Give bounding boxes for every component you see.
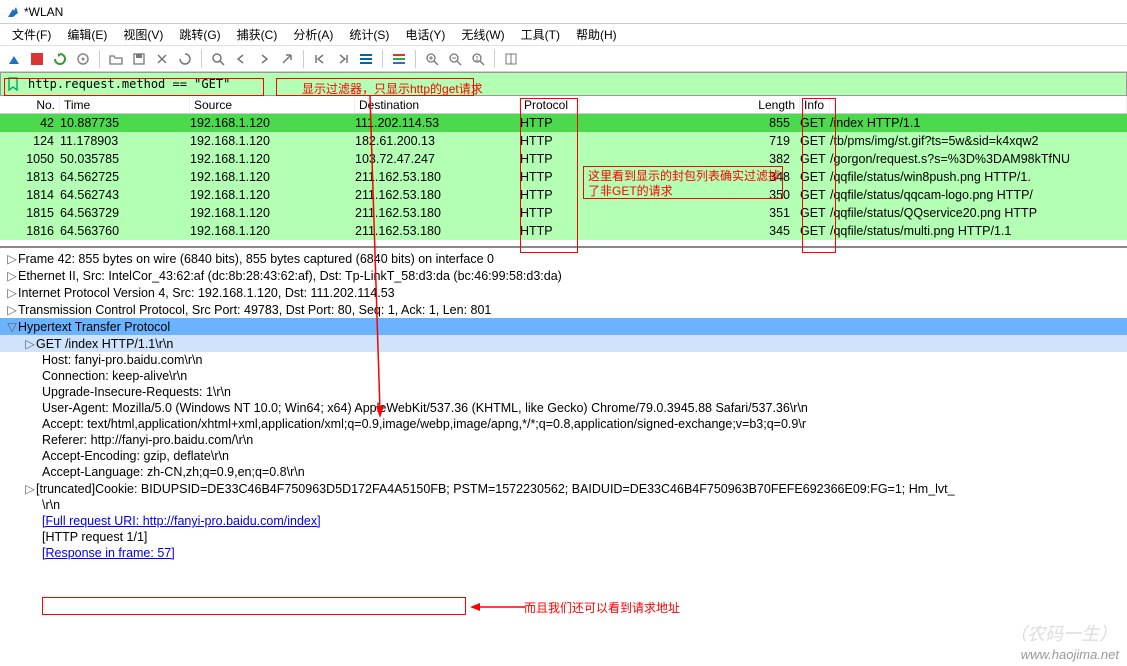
svg-text:1: 1: [475, 56, 479, 63]
close-file-icon[interactable]: [152, 49, 172, 69]
tree-full-uri[interactable]: [Full request URI: http://fanyi-pro.baid…: [0, 513, 1127, 529]
menu-capture[interactable]: 捕获(C): [229, 24, 286, 45]
tree-eth[interactable]: ▷Ethernet II, Src: IntelCor_43:62:af (dc…: [0, 267, 1127, 284]
menu-edit[interactable]: 编辑(E): [59, 24, 115, 45]
start-capture-icon[interactable]: [4, 49, 24, 69]
tree-ip[interactable]: ▷Internet Protocol Version 4, Src: 192.1…: [0, 284, 1127, 301]
tree-request-line[interactable]: ▷GET /index HTTP/1.1\r\n: [0, 335, 1127, 352]
menu-help[interactable]: 帮助(H): [568, 24, 625, 45]
menu-wireless[interactable]: 无线(W): [453, 24, 512, 45]
col-no[interactable]: No.: [0, 96, 60, 113]
menu-go[interactable]: 跳转(G): [171, 24, 228, 45]
tree-accept-encoding[interactable]: Accept-Encoding: gzip, deflate\r\n: [0, 448, 1127, 464]
reload-icon[interactable]: [175, 49, 195, 69]
open-file-icon[interactable]: [106, 49, 126, 69]
go-back-icon[interactable]: [231, 49, 251, 69]
menu-view[interactable]: 视图(V): [115, 24, 171, 45]
annotation-box-protocol: [520, 98, 578, 253]
tree-crlf[interactable]: \r\n: [0, 497, 1127, 513]
go-to-icon[interactable]: [277, 49, 297, 69]
auto-scroll-icon[interactable]: [356, 49, 376, 69]
annotation-uri-note: 而且我们还可以看到请求地址: [524, 599, 680, 616]
menu-tools[interactable]: 工具(T): [513, 24, 568, 45]
annotation-filter-note: 显示过滤器，只显示http的get请求: [302, 80, 483, 97]
annotation-box-filter: [4, 78, 264, 96]
menu-telephony[interactable]: 电话(Y): [397, 24, 453, 45]
save-file-icon[interactable]: [129, 49, 149, 69]
capture-options-icon[interactable]: [73, 49, 93, 69]
menubar: 文件(F) 编辑(E) 视图(V) 跳转(G) 捕获(C) 分析(A) 统计(S…: [0, 24, 1127, 46]
find-icon[interactable]: [208, 49, 228, 69]
tree-accept-language[interactable]: Accept-Language: zh-CN,zh;q=0.9,en;q=0.8…: [0, 464, 1127, 480]
menu-file[interactable]: 文件(F): [4, 24, 59, 45]
col-len[interactable]: Length: [580, 96, 800, 113]
zoom-out-icon[interactable]: [445, 49, 465, 69]
tree-tcp[interactable]: ▷Transmission Control Protocol, Src Port…: [0, 301, 1127, 318]
toolbar: 1: [0, 46, 1127, 72]
app-icon: [6, 5, 20, 19]
go-forward-icon[interactable]: [254, 49, 274, 69]
zoom-reset-icon[interactable]: 1: [468, 49, 488, 69]
go-first-icon[interactable]: [310, 49, 330, 69]
zoom-in-icon[interactable]: [422, 49, 442, 69]
titlebar: *WLAN: [0, 0, 1127, 24]
packet-details: ▷Frame 42: 855 bytes on wire (6840 bits)…: [0, 246, 1127, 646]
tree-referer[interactable]: Referer: http://fanyi-pro.baidu.com/\r\n: [0, 432, 1127, 448]
stop-capture-icon[interactable]: [27, 49, 47, 69]
tree-upgrade[interactable]: Upgrade-Insecure-Requests: 1\r\n: [0, 384, 1127, 400]
watermark-site: www.haojima.net: [1021, 647, 1119, 662]
col-time[interactable]: Time: [60, 96, 190, 113]
col-dst[interactable]: Destination: [355, 96, 520, 113]
menu-stats[interactable]: 统计(S): [341, 24, 397, 45]
annotation-box-info-method: [802, 98, 836, 253]
tree-user-agent[interactable]: User-Agent: Mozilla/5.0 (Windows NT 10.0…: [0, 400, 1127, 416]
tree-response-link[interactable]: [Response in frame: 57]: [0, 545, 1127, 561]
annotation-packet-note: 这里看到显示的封包列表确实过滤掉了非GET的请求: [588, 169, 780, 199]
tree-cookie[interactable]: ▷[truncated]Cookie: BIDUPSID=DE33C46B4F7…: [0, 480, 1127, 497]
col-src[interactable]: Source: [190, 96, 355, 113]
restart-capture-icon[interactable]: [50, 49, 70, 69]
tree-accept[interactable]: Accept: text/html,application/xhtml+xml,…: [0, 416, 1127, 432]
tree-request-num[interactable]: [HTTP request 1/1]: [0, 529, 1127, 545]
tree-connection[interactable]: Connection: keep-alive\r\n: [0, 368, 1127, 384]
go-last-icon[interactable]: [333, 49, 353, 69]
annotation-box-uri: [42, 597, 466, 615]
resize-columns-icon[interactable]: [501, 49, 521, 69]
colorize-icon[interactable]: [389, 49, 409, 69]
menu-analyze[interactable]: 分析(A): [285, 24, 341, 45]
tree-http[interactable]: ▽Hypertext Transfer Protocol: [0, 318, 1127, 335]
tree-host[interactable]: Host: fanyi-pro.baidu.com\r\n: [0, 352, 1127, 368]
window-title: *WLAN: [24, 5, 63, 19]
